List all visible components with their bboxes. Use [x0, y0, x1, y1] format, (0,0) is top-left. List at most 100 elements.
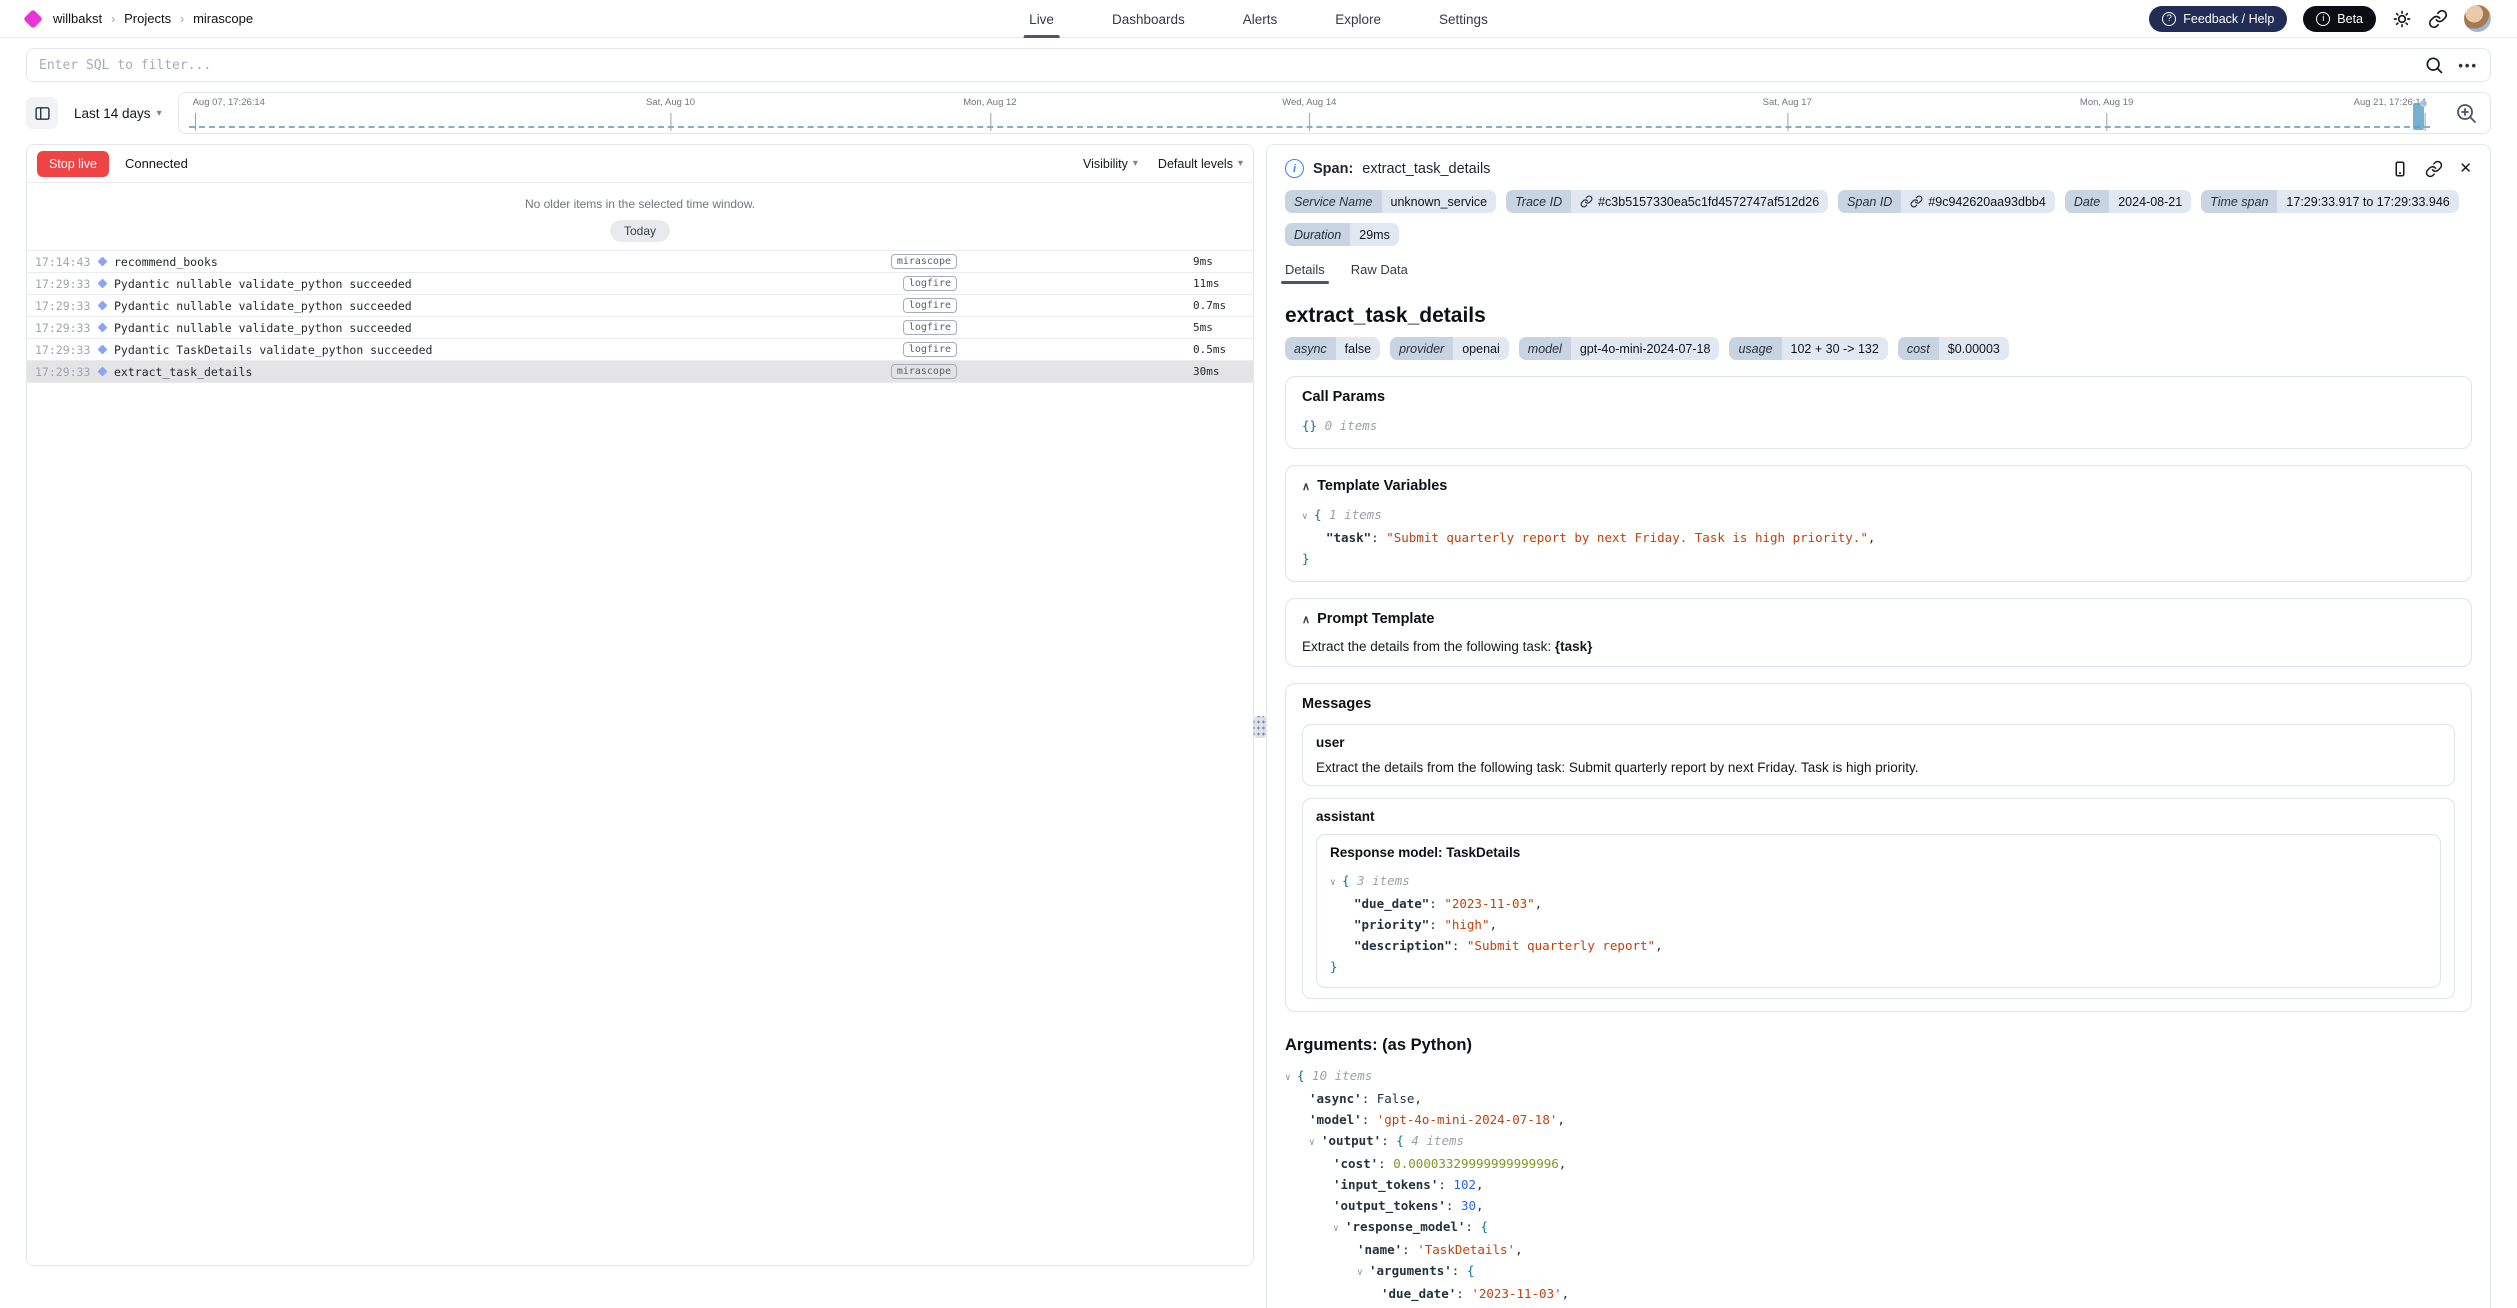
user-message-text: Extract the details from the following t… — [1316, 760, 2441, 775]
prompt-template-text: Extract the details from the following t… — [1302, 639, 1555, 654]
timeline-selection[interactable] — [2413, 103, 2424, 130]
user-role-label: user — [1316, 735, 2441, 750]
collapse-chevron-icon[interactable]: ∨ — [1302, 506, 1314, 527]
badge-label: Trace ID — [1506, 190, 1571, 213]
trace-row-extract-task-details[interactable]: 17:29:33extract_task_detailsmirascope30m… — [27, 360, 1253, 382]
time-range-dropdown[interactable]: Last 14 days ▾ — [68, 106, 168, 121]
messages-card: Messages user Extract the details from t… — [1285, 683, 2472, 1012]
badge-label: Date — [2065, 190, 2109, 213]
row-timestamp: 17:29:33 — [35, 365, 97, 379]
zoom-in-icon[interactable] — [2454, 101, 2478, 125]
row-duration-label: 5ms — [1193, 321, 1245, 334]
theme-brightness-icon[interactable] — [2392, 9, 2412, 29]
trace-row-pydantic-nullable-validate-python-succee[interactable]: 17:29:33Pydantic nullable validate_pytho… — [27, 316, 1253, 338]
close-icon[interactable]: ✕ — [2459, 161, 2472, 176]
tab-live[interactable]: Live — [1029, 0, 1054, 38]
trace-row-pydantic-nullable-validate-python-succee[interactable]: 17:29:33 Pydantic nullable validate_pytho… — [27, 272, 1253, 294]
collapse-chevron-icon[interactable]: ∨ — [1285, 1067, 1297, 1088]
breadcrumb-org[interactable]: willbakst — [53, 11, 102, 26]
badge-async: asyncfalse — [1285, 337, 1380, 360]
row-scope-tag: logfire — [903, 320, 957, 335]
tree-line: ∨'arguments': { — [1285, 1260, 2472, 1283]
collapse-chevron-icon[interactable]: ∨ — [1309, 1132, 1321, 1153]
logo-diamond-icon[interactable] — [23, 9, 43, 29]
breadcrumb-separator: › — [111, 12, 115, 26]
row-timestamp: 17:29:33 — [35, 277, 97, 291]
badge-label: provider — [1390, 337, 1453, 360]
trace-row-recommend-books[interactable]: 17:14:43recommend_booksmirascope9ms — [27, 250, 1253, 272]
badge-date: Date2024-08-21 — [2065, 190, 2191, 213]
resize-grip-handle[interactable] — [1254, 716, 1267, 738]
beta-label: Beta — [2337, 12, 2363, 26]
badge-model: modelgpt-4o-mini-2024-07-18 — [1519, 337, 1720, 360]
search-icon[interactable] — [2424, 55, 2444, 75]
collapse-chevron-icon[interactable]: ∨ — [1357, 1262, 1369, 1283]
breadcrumb-project[interactable]: mirascope — [193, 11, 253, 26]
breadcrumb-projects[interactable]: Projects — [124, 11, 171, 26]
beta-button[interactable]: i Beta — [2303, 6, 2376, 32]
tree-line: 'priority': 'high', — [1285, 1304, 2472, 1308]
response-model-card: Response model: TaskDetails ∨{ 3 items"d… — [1316, 834, 2441, 988]
badge-value[interactable]: #c3b5157330ea5c1fd4572747af512d26 — [1571, 190, 1828, 213]
timeline-strip[interactable]: Aug 07, 17:26:14Sat, Aug 10Mon, Aug 12We… — [178, 92, 2491, 134]
collapse-chevron-icon[interactable]: ∨ — [1333, 1218, 1345, 1239]
selection-handle[interactable] — [2420, 100, 2427, 107]
main-split: Stop live Connected Visibility ▾ Default… — [26, 144, 2491, 1304]
badge-value: 29ms — [1350, 223, 1399, 246]
row-span-name: extract_task_details — [114, 365, 891, 379]
detail-tabs: Details Raw Data — [1285, 262, 2472, 284]
span-diamond-icon — [98, 257, 108, 267]
span-heading: extract_task_details — [1285, 304, 2472, 328]
tab-settings[interactable]: Settings — [1439, 0, 1488, 38]
badge-value: $0.00003 — [1939, 337, 2009, 360]
arguments-tree: ∨{ 10 items'async': False,'model': 'gpt-… — [1285, 1065, 2472, 1308]
response-model-tree: ∨{ 3 items"due_date": "2023-11-03","prio… — [1330, 870, 2427, 977]
badge-label: cost — [1898, 337, 1939, 360]
trace-row-pydantic-nullable-validate-python-succee[interactable]: 17:29:33Pydantic nullable validate_pytho… — [27, 294, 1253, 316]
open-panel-icon[interactable] — [2391, 160, 2409, 178]
badge-span-id: Span ID#9c942620aa93dbb4 — [1838, 190, 2055, 213]
info-icon: i — [1285, 159, 1304, 178]
row-timestamp: 17:29:33 — [35, 343, 97, 357]
template-variables-card: ∧ Template Variables ∨{ 1 items"task": "… — [1285, 465, 2472, 582]
row-span-name: Pydantic nullable validate_python succee… — [114, 277, 903, 291]
sql-filter-placeholder: Enter SQL to filter... — [39, 58, 2424, 73]
collapse-caret-icon[interactable]: ∧ — [1302, 613, 1310, 626]
chevron-down-icon: ▾ — [157, 108, 162, 119]
tab-alerts[interactable]: Alerts — [1243, 0, 1278, 38]
timeline-dashed-line — [189, 126, 2430, 128]
row-duration-label: 0.5ms — [1193, 343, 1245, 356]
detail-tab-raw-data[interactable]: Raw Data — [1351, 262, 1408, 284]
sql-filter-input[interactable]: Enter SQL to filter... ••• — [26, 48, 2491, 82]
span-panel-header: i Span: extract_task_details ✕ — [1285, 159, 2472, 178]
collapse-chevron-icon[interactable]: ∨ — [1330, 872, 1342, 893]
badge-value[interactable]: #9c942620aa93dbb4 — [1901, 190, 2054, 213]
prompt-template-variable: {task} — [1555, 639, 1593, 654]
live-rows: 17:14:43recommend_booksmirascope9ms 17:29… — [27, 250, 1253, 383]
sidebar-toggle-button[interactable] — [26, 97, 58, 129]
default-levels-dropdown[interactable]: Default levels ▾ — [1158, 157, 1243, 171]
row-scope-tag: logfire — [903, 342, 957, 357]
badge-label: model — [1519, 337, 1571, 360]
detail-tab-details[interactable]: Details — [1285, 262, 1325, 284]
more-options-icon[interactable]: ••• — [2458, 58, 2478, 73]
visibility-dropdown[interactable]: Visibility ▾ — [1083, 157, 1138, 171]
stop-live-button[interactable]: Stop live — [37, 151, 109, 177]
panel-divider — [1254, 144, 1266, 1304]
timeline-tick: Mon, Aug 12 — [963, 97, 1016, 108]
badge-service-name: Service Nameunknown_service — [1285, 190, 1496, 213]
tab-dashboards[interactable]: Dashboards — [1112, 0, 1185, 38]
span-title-name: extract_task_details — [1362, 161, 1490, 177]
copy-link-icon[interactable] — [2425, 160, 2443, 178]
share-link-icon[interactable] — [2428, 9, 2448, 29]
timeline-tick: Sat, Aug 17 — [1763, 97, 1812, 108]
timeline-tick: Mon, Aug 19 — [2080, 97, 2133, 108]
user-avatar[interactable] — [2464, 5, 2491, 32]
tab-explore[interactable]: Explore — [1335, 0, 1381, 38]
user-message-card: user Extract the details from the follow… — [1302, 724, 2455, 786]
collapse-caret-icon[interactable]: ∧ — [1302, 480, 1310, 493]
badge-value: unknown_service — [1382, 190, 1497, 213]
trace-row-pydantic-taskdetails-validate-python-suc[interactable]: 17:29:33Pydantic TaskDetails validate_py… — [27, 338, 1253, 360]
badge-duration: Duration29ms — [1285, 223, 1399, 246]
feedback-help-button[interactable]: ? Feedback / Help — [2149, 6, 2287, 32]
